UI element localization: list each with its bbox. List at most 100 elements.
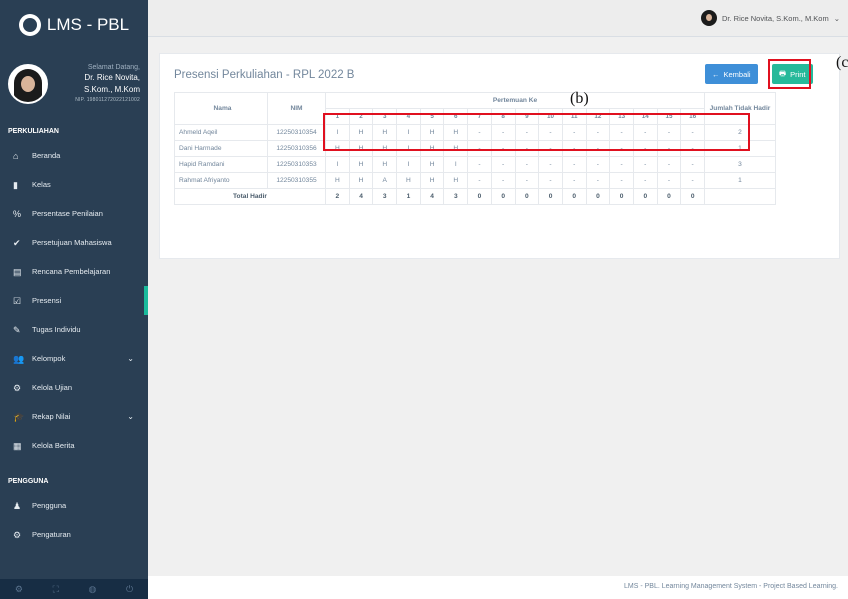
sidebar-item-persentase-penilaian[interactable]: % Persentase Penilaian (0, 199, 148, 228)
attendance-panel: Presensi Perkuliahan - RPL 2022 B ← Kemb… (159, 53, 848, 259)
attendance-cell: - (538, 124, 563, 141)
menu-section-perkuliahan: PERKULIAHAN (8, 128, 59, 135)
attendance-cell: - (561, 172, 587, 189)
fullscreen-icon[interactable]: ⛶ (53, 584, 59, 595)
meeting-number: 4 (396, 108, 421, 125)
attendance-cell: - (467, 172, 492, 189)
meeting-number: 6 (443, 108, 469, 125)
attendance-cell: H (325, 140, 350, 157)
total-cell: 0 (632, 188, 658, 205)
sidebar-item-beranda[interactable]: ⌂ Beranda (0, 141, 148, 170)
attendance-cell: H (419, 140, 445, 157)
total-cell: 3 (443, 188, 469, 205)
attendance-cell: - (680, 124, 705, 141)
sidebar-item-kelola-ujian[interactable]: ⚙ Kelola Ujian (0, 373, 148, 402)
attendance-cell: H (372, 156, 398, 173)
profile-nip: NIP. 198011272022121002 (75, 97, 140, 103)
sidebar-item-label: Kelola Ujian (32, 383, 73, 392)
total-cell: 0 (514, 188, 540, 205)
attendance-cell: - (609, 156, 634, 173)
sidebar-item-label: Persentase Penilaian (32, 209, 103, 218)
power-icon[interactable]: ⏻ (126, 584, 133, 595)
attendance-cell: - (609, 172, 634, 189)
brand[interactable]: LMS - PBL (0, 0, 148, 50)
total-cell: 1 (396, 188, 421, 205)
sidebar-item-kelompok[interactable]: 👥 Kelompok ⌄ (0, 344, 148, 373)
attendance-cell: H (372, 124, 398, 141)
attendance-cell: H (419, 124, 445, 141)
attendance-cell: H (443, 172, 469, 189)
sidebar-item-pengguna[interactable]: ♟ Pengguna (0, 491, 148, 520)
attendance-cell: - (490, 140, 516, 157)
attendance-cell: - (609, 140, 634, 157)
check-circle-icon: ✔ (13, 237, 21, 248)
attendance-cell: - (561, 156, 587, 173)
header-pertemuan: Pertemuan Ke (325, 92, 705, 109)
sidebar-item-tugas-individu[interactable]: ✎ Tugas Individu (0, 315, 148, 344)
attendance-cell: H (348, 140, 374, 157)
chevron-down-icon: ⌄ (127, 412, 134, 421)
home-icon: ⌂ (13, 150, 19, 161)
attendance-cell: - (680, 172, 705, 189)
student-name: Rahmat Afriyanto (174, 172, 268, 189)
avatar (8, 64, 48, 104)
attendance-cell: - (656, 140, 682, 157)
header-nama: Nama (174, 92, 268, 125)
sidebar-item-kelas[interactable]: ▮ Kelas (0, 170, 148, 199)
meeting-number: 8 (490, 108, 516, 125)
header-nim: NIM (267, 92, 326, 125)
eye-slash-icon[interactable]: ◍ (89, 584, 97, 595)
sidebar-item-kelola-berita[interactable]: ▦ Kelola Berita (0, 431, 148, 460)
profile-name-1: Dr. Rice Novita, (84, 73, 140, 82)
attendance-cell: - (467, 124, 492, 141)
back-button[interactable]: ← Kembali (705, 64, 758, 84)
attendance-cell: - (490, 156, 516, 173)
sidebar-item-rekap-nilai[interactable]: 🎓 Rekap Nilai ⌄ (0, 402, 148, 431)
sidebar-item-persetujuan-mahasiswa[interactable]: ✔ Persetujuan Mahasiswa (0, 228, 148, 257)
meeting-number: 2 (348, 108, 374, 125)
chevron-down-icon: ⌄ (833, 13, 840, 23)
meeting-number: 12 (585, 108, 611, 125)
meeting-number: 10 (538, 108, 563, 125)
menu-section-pengguna: PENGGUNA (8, 478, 49, 485)
attendance-cell: I (396, 124, 421, 141)
profile-block: Selamat Datang, Dr. Rice Novita, S.Kom.,… (0, 50, 148, 122)
sidebar-item-rencana-pembelajaran[interactable]: ▤ Rencana Pembelajaran (0, 257, 148, 286)
check-square-icon: ☑ (13, 295, 22, 306)
attendance-cell: - (514, 140, 540, 157)
attendance-cell: - (632, 124, 658, 141)
total-cell: 0 (656, 188, 682, 205)
attendance-cell: H (419, 156, 445, 173)
chevron-down-icon: ⌄ (127, 354, 134, 363)
settings-icon[interactable]: ⚙ (15, 584, 23, 595)
student-nim: 12250310353 (267, 156, 326, 173)
attendance-cell: H (443, 124, 469, 141)
sidebar-item-label: Kelola Berita (32, 441, 75, 450)
meeting-number: 9 (514, 108, 540, 125)
attendance-cell: - (467, 140, 492, 157)
attendance-cell: - (680, 140, 705, 157)
sidebar-item-pengaturan[interactable]: ⚙ Pengaturan (0, 520, 148, 549)
attendance-cell: I (396, 156, 421, 173)
attendance-cell: - (585, 156, 611, 173)
table-row: Rahmat Afriyanto 12250310355 H H A H H H - - - - - - -… (174, 172, 776, 189)
total-cell: 0 (609, 188, 634, 205)
attendance-cell: H (348, 156, 374, 173)
sidebar-item-label: Pengaturan (32, 530, 71, 539)
attendance-cell: A (372, 172, 398, 189)
student-nim: 12250310354 (267, 124, 326, 141)
user-menu[interactable]: Dr. Rice Novita, S.Kom., M.Kom ⌄ (701, 10, 840, 26)
attendance-cell: H (443, 140, 469, 157)
sidebar-item-label: Tugas Individu (32, 325, 81, 334)
user-name: Dr. Rice Novita, S.Kom., M.Kom (722, 13, 829, 23)
arrow-left-icon: ← (712, 69, 720, 79)
sidebar-footer: ⚙ ⛶ ◍ ⏻ (0, 579, 148, 599)
absent-count: 2 (704, 124, 776, 141)
total-cell: 4 (419, 188, 445, 205)
welcome-text: Selamat Datang, (87, 64, 140, 71)
student-name: Hapid Ramdani (174, 156, 268, 173)
table-row: Ahmeld Aqeil 12250310354 I H H I H H - - - - - - - - - -2 (174, 124, 776, 141)
attendance-cell: - (585, 124, 611, 141)
book-icon: ▮ (13, 179, 18, 190)
sidebar-item-presensi[interactable]: ☑ Presensi (0, 286, 148, 315)
